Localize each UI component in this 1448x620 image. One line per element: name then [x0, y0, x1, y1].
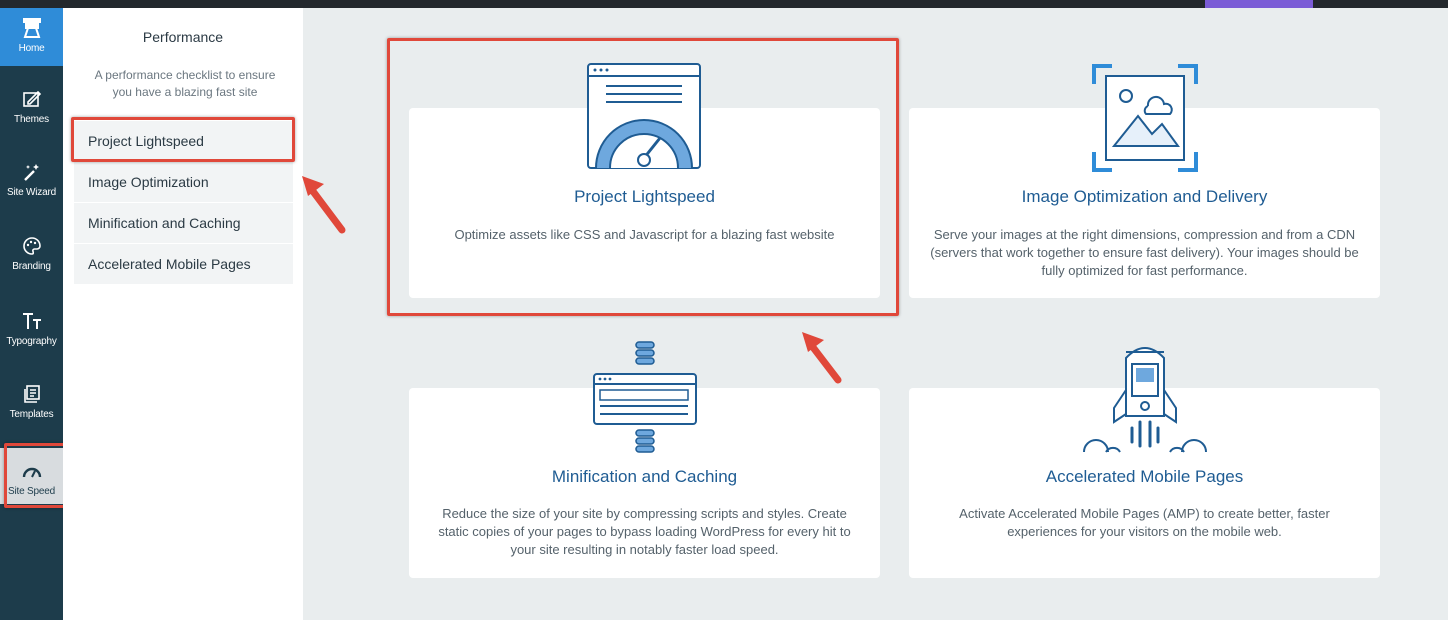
- wizard-icon: [21, 161, 43, 183]
- icon-rail: Home Themes Site Wizard Branding Typogra…: [0, 8, 63, 620]
- rail-item-home[interactable]: Home: [0, 8, 63, 66]
- rail-label: Themes: [14, 114, 49, 125]
- card-description: Serve your images at the right dimension…: [930, 227, 1359, 278]
- card-title: Image Optimization and Delivery: [1021, 187, 1268, 206]
- rail-label: Branding: [12, 261, 51, 272]
- rail-item-typography[interactable]: Typography: [0, 310, 63, 365]
- image-frame-icon: [1092, 64, 1198, 172]
- palette-icon: [21, 235, 43, 257]
- rail-label: Home: [18, 43, 45, 54]
- rail-label: Typography: [6, 336, 57, 347]
- panel-description: A performance checklist to ensure you ha…: [94, 68, 276, 99]
- themes-icon: [21, 88, 43, 110]
- highlight-box-menu-lightspeed: [71, 117, 295, 162]
- card-title: Accelerated Mobile Pages: [1045, 467, 1244, 486]
- menu-item-accelerated-mobile-pages[interactable]: Accelerated Mobile Pages: [74, 244, 293, 285]
- menu-item-minification-caching[interactable]: Minification and Caching: [74, 203, 293, 244]
- rail-label: Templates: [9, 409, 54, 420]
- templates-icon: [21, 383, 43, 405]
- top-bar: [0, 0, 1448, 8]
- highlight-box-site-speed: [4, 443, 67, 508]
- annotation-arrow-menu: [302, 176, 346, 234]
- rail-item-templates[interactable]: Templates: [0, 383, 63, 438]
- rail-item-site-wizard[interactable]: Site Wizard: [0, 161, 63, 216]
- panel-title: Performance: [142, 29, 224, 45]
- top-bar-accent[interactable]: [1205, 0, 1313, 8]
- performance-panel: Performance A performance checklist to e…: [63, 8, 303, 620]
- typography-icon: [21, 310, 43, 332]
- rail-item-branding[interactable]: Branding: [0, 235, 63, 290]
- rail-label: Site Wizard: [7, 187, 56, 198]
- mobile-rocket-icon: [1083, 347, 1207, 453]
- rail-item-themes[interactable]: Themes: [0, 88, 63, 143]
- card-title: Minification and Caching: [551, 467, 738, 486]
- card-description: Reduce the size of your site by compress…: [438, 506, 851, 557]
- menu-item-image-optimization[interactable]: Image Optimization: [74, 162, 293, 203]
- home-icon: [21, 17, 43, 39]
- card-description: Activate Accelerated Mobile Pages (AMP) …: [959, 506, 1330, 539]
- compression-browser-icon: [593, 341, 697, 453]
- annotation-arrow-card: [802, 332, 842, 384]
- highlight-box-card-lightspeed: [387, 38, 899, 316]
